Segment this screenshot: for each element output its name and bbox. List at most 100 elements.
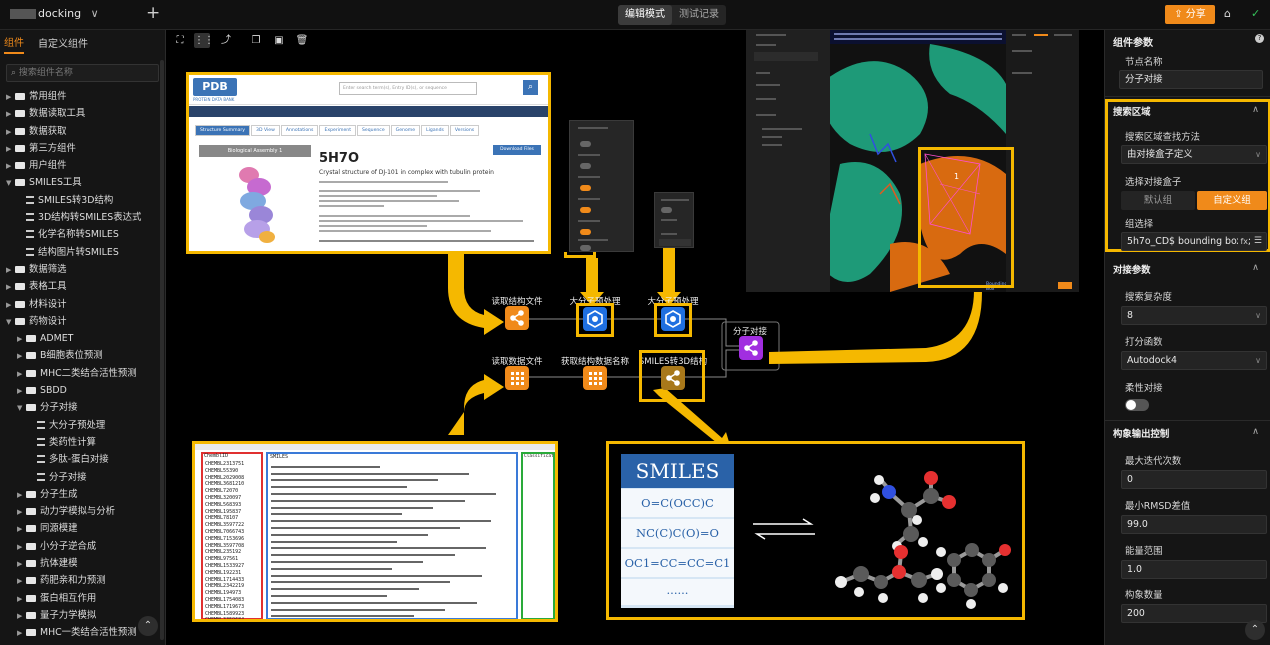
tab-custom-components[interactable]: 自定义组件	[38, 35, 88, 53]
tree-item[interactable]: ▶ B细胞表位预测	[2, 347, 165, 364]
tree-item[interactable]: ▶ 常用组件	[2, 88, 165, 105]
max-iter-input[interactable]: 0	[1121, 470, 1267, 489]
docking-section-header[interactable]: 对接参数 ∧	[1113, 262, 1263, 276]
home-icon[interactable]: ⌂	[1224, 7, 1231, 20]
folder-icon	[26, 352, 36, 360]
tree-item[interactable]: ▶ 小分子逆合成	[2, 538, 165, 555]
group-select-input[interactable]: 5h7o_CD$ bounding box1; fx ☰	[1121, 232, 1267, 251]
tree-item[interactable]: ▶ 数据筛选	[2, 261, 165, 278]
test-record-button[interactable]: 测试记录	[672, 5, 726, 25]
complexity-select[interactable]: 8 ∨	[1121, 306, 1267, 325]
tab-components[interactable]: 组件	[4, 34, 24, 54]
tree-item[interactable]: 3D结构转SMILES表达式	[2, 209, 165, 226]
output-section-header[interactable]: 构象输出控制 ∧	[1113, 426, 1263, 440]
scoring-select[interactable]: Autodock4 ∨	[1121, 351, 1267, 370]
tree-item[interactable]: ▼ 分子对接	[2, 399, 165, 416]
tree-item[interactable]: ▶ 第三方组件	[2, 140, 165, 157]
list-icon[interactable]: ☰	[1253, 233, 1262, 250]
caret-down-icon: ▼	[6, 317, 12, 326]
node-read-data-file[interactable]	[505, 366, 529, 390]
chevron-down-icon: ∨	[1255, 150, 1261, 159]
component-search-input[interactable]: ⌕ 搜索组件名称	[6, 64, 159, 82]
smiles-cell-line	[271, 492, 497, 495]
node-docking[interactable]	[739, 336, 763, 360]
tree-item[interactable]: ▶ 蛋白相互作用	[2, 590, 165, 607]
energy-range-input[interactable]: 1.0	[1121, 560, 1267, 579]
tree-item[interactable]: SMILES转3D结构	[2, 192, 165, 209]
caret-right-icon: ▶	[17, 335, 23, 344]
molecule-3d-renders	[835, 471, 1011, 609]
scroll-top-button[interactable]: ⌃	[1245, 620, 1265, 640]
tree-item[interactable]: 分子对接	[2, 469, 165, 486]
edit-mode-button[interactable]: 编辑模式	[618, 5, 672, 25]
share-button[interactable]: ⇪ 分享	[1165, 5, 1215, 24]
workspace-selector[interactable]: docking ∨	[10, 7, 99, 20]
tree-item[interactable]: ▶ 数据读取工具	[2, 105, 165, 122]
smiles-cell-line	[271, 594, 388, 597]
custom-group-option[interactable]: 自定义组	[1197, 191, 1267, 210]
tree-item[interactable]: ▶ 用户组件	[2, 157, 165, 174]
search-placeholder: 搜索组件名称	[18, 68, 73, 78]
chevron-down-icon: ∨	[1255, 311, 1261, 320]
tree-item[interactable]: ▶ 动力学模拟与分析	[2, 503, 165, 520]
node-read-structure-file[interactable]	[505, 306, 529, 330]
flexible-docking-switch[interactable]	[1125, 399, 1149, 411]
folder-icon	[15, 162, 25, 170]
tree-item-label: 蛋白相互作用	[40, 592, 97, 604]
tree-item[interactable]: ▶ SBDD	[2, 382, 165, 399]
tree-item[interactable]: ▶ 同源模建	[2, 520, 165, 537]
chembl-id-cell: CHEMBL3681210	[205, 481, 245, 488]
tree-item-label: 表格工具	[29, 281, 67, 293]
search-section-header[interactable]: 搜索区域 ∧	[1113, 104, 1263, 118]
docking-section-title: 对接参数	[1113, 265, 1151, 276]
node-macro-prep-1[interactable]	[583, 307, 607, 331]
tree-item[interactable]: 化学名称转SMILES	[2, 226, 165, 243]
add-workspace-button[interactable]: +	[146, 3, 160, 23]
pdb-nav-bar	[189, 106, 548, 117]
tree-item-label: SMILES转3D结构	[38, 194, 114, 206]
tree-item[interactable]: ▶ ADMET	[2, 330, 165, 347]
tree-item-label: 材料设计	[29, 298, 67, 310]
tree-item[interactable]: 大分子预处理	[2, 417, 165, 434]
smiles-row: NC(C)C(O)=O	[621, 519, 734, 547]
fx-icon[interactable]: fx	[1238, 233, 1248, 250]
caret-right-icon: ▶	[17, 387, 23, 396]
tree-item-label: B细胞表位预测	[40, 350, 103, 362]
tree-item[interactable]: ▶ 数据获取	[2, 123, 165, 140]
conformer-count-label: 构象数量	[1125, 590, 1163, 601]
tree-item[interactable]: ▶ 药肥亲和力预测	[2, 572, 165, 589]
tree-item[interactable]: 结构图片转SMILES	[2, 244, 165, 261]
protein-icon	[587, 310, 603, 328]
conformer-count-input[interactable]: 200	[1121, 604, 1267, 623]
node-get-structure-name[interactable]	[583, 366, 607, 390]
folder-icon	[15, 317, 25, 325]
pdb-tab: Sequence	[357, 125, 390, 136]
caret-right-icon: ▶	[6, 110, 12, 119]
tree-item[interactable]: ▶ MHC二类结合活性预测	[2, 365, 165, 382]
smiles-cell-line	[271, 588, 419, 591]
default-group-option[interactable]: 默认组	[1121, 191, 1195, 210]
tree-item-label: MHC一类结合活性预测	[40, 627, 137, 639]
tree-item[interactable]: 多肽-蛋白对接	[2, 451, 165, 468]
node-macro-prep-2[interactable]	[661, 307, 685, 331]
node-smiles-to-3d[interactable]	[661, 366, 685, 390]
help-icon[interactable]: ?	[1255, 34, 1264, 43]
workflow-canvas[interactable]: ⛶ ⋮⋮ ⤴ ❐ ▣ 🗑 PDB PROTEIN DATA BANK Enter…	[166, 30, 1104, 645]
node-name-input[interactable]: 分子对接	[1119, 70, 1263, 89]
group-select-label: 组选择	[1125, 219, 1154, 230]
tree-item[interactable]: 类药性计算	[2, 434, 165, 451]
tree-item[interactable]: ▼ 药物设计	[2, 313, 165, 330]
tree-item-label: 小分子逆合成	[40, 540, 97, 552]
tree-item[interactable]: ▶ 材料设计	[2, 296, 165, 313]
tree-item[interactable]: ▶ 表格工具	[2, 278, 165, 295]
min-rmsd-input[interactable]: 99.0	[1121, 515, 1267, 534]
tree-item[interactable]: ▶ 分子生成	[2, 486, 165, 503]
folder-icon	[26, 508, 36, 516]
scroll-top-button[interactable]: ⌃	[138, 616, 158, 636]
search-method-select[interactable]: 由对接盒子定义 ∨	[1121, 145, 1267, 164]
viewer-sidebar	[746, 30, 830, 292]
library-scrollbar[interactable]	[160, 60, 164, 640]
grid-data-icon	[589, 372, 602, 385]
tree-item[interactable]: ▼ SMILES工具	[2, 174, 165, 191]
tree-item[interactable]: ▶ 抗体建模	[2, 555, 165, 572]
